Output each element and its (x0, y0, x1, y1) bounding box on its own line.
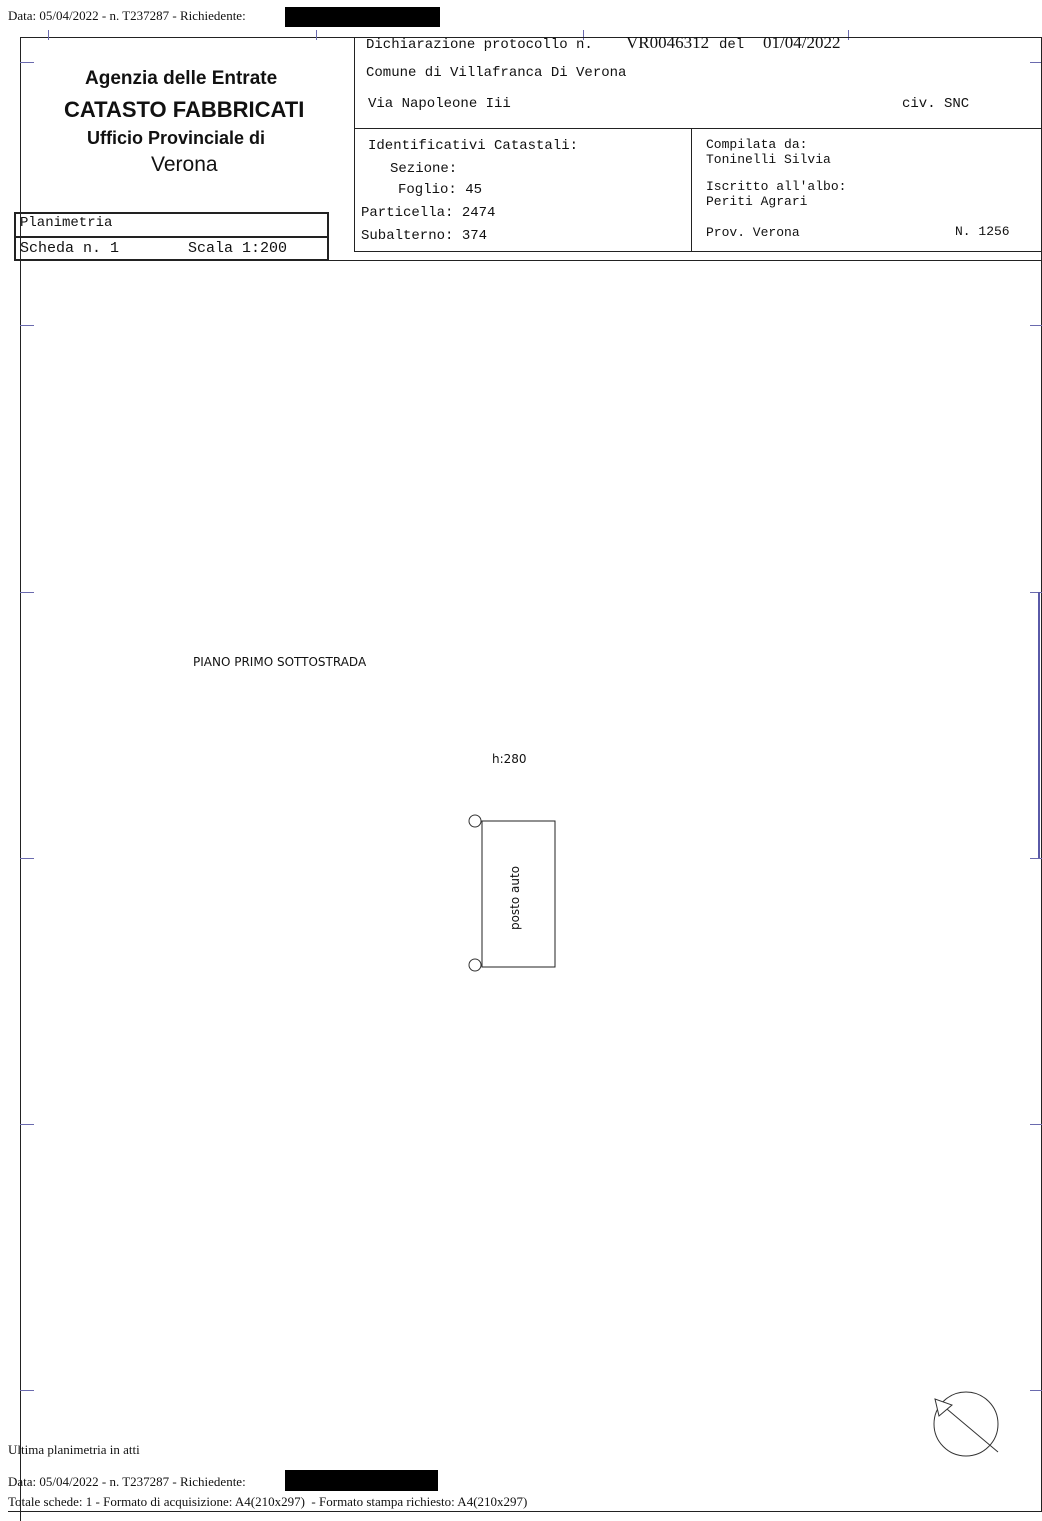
reg-tick-right-6 (1030, 1390, 1042, 1391)
top-data-line: Data: 05/04/2022 - n. T237287 - Richiede… (8, 8, 246, 24)
compiler-albo-label: Iscritto all'albo: (706, 179, 847, 194)
pillar-top-marker (468, 814, 482, 828)
agency-line-2: CATASTO FABBRICATI (64, 97, 305, 122)
reg-tick-left-4 (20, 858, 34, 859)
reg-tick-left-5 (20, 1124, 34, 1125)
declaration-civico: civ. SNC (902, 96, 970, 112)
declaration-comune: Comune di Villafranca Di Verona (366, 65, 627, 81)
height-label: h:280 (492, 752, 527, 766)
redacted-requester-top (285, 7, 440, 27)
reg-tick-top-2 (316, 30, 317, 40)
sheet-scala: Scala 1:200 (188, 240, 288, 257)
footer-ultima: Ultima planimetria in atti (8, 1442, 140, 1457)
declaration-number: VR0046312 (626, 33, 710, 52)
compiler-name: Toninelli Silvia (706, 152, 831, 167)
identifiers-sezione: Sezione: (390, 161, 458, 177)
top-data-text: Data: 05/04/2022 - n. T237287 - Richiede… (8, 8, 246, 23)
reg-tick-right-5 (1030, 1124, 1042, 1125)
right-margin-mark (1038, 592, 1040, 858)
compiler-number: N. 1256 (955, 224, 1010, 239)
agency-line-3: Ufficio Provinciale di (87, 128, 266, 148)
header-bottom-line (14, 260, 1042, 261)
compiler-albo: Periti Agrari (706, 194, 808, 209)
agency-line-4: Verona (151, 153, 218, 176)
identifiers-subalterno: Subalterno: 374 (361, 228, 488, 244)
identifiers-particella: Particella: 2474 (361, 205, 496, 221)
identifiers-foglio: Foglio: 45 (398, 182, 483, 198)
frame-bottom-line (8, 1511, 1042, 1512)
declaration-date: 01/04/2022 (763, 33, 841, 52)
compiler-prov: Prov. Verona (706, 225, 800, 240)
declaration-label: Dichiarazione protocollo n. (366, 37, 593, 53)
north-arrow-icon (933, 1391, 999, 1457)
reg-tick-left-2 (20, 325, 34, 326)
identifiers-title: Identificativi Catastali: (368, 138, 579, 154)
sheet-type: Planimetria (20, 215, 113, 231)
redacted-requester-bottom (285, 1470, 438, 1491)
reg-tick-left-6 (20, 1390, 34, 1391)
pillar-bottom-marker (468, 958, 482, 972)
declaration-del-label: del (719, 37, 745, 53)
compiler-label: Compilata da: (706, 137, 808, 152)
footer-totale: Totale schede: 1 - Formato di acquisizio… (8, 1494, 528, 1509)
floor-label: PIANO PRIMO SOTTOSTRADA (193, 655, 367, 669)
declaration-via: Via Napoleone Iii (368, 96, 511, 112)
reg-tick-right-3 (1030, 592, 1042, 593)
sheet-box-divider (14, 236, 329, 238)
reg-tick-left-3 (20, 592, 34, 593)
room-label: posto auto (508, 865, 522, 931)
reg-tick-right-2 (1030, 325, 1042, 326)
agency-line-1: Agenzia delle Entrate (85, 68, 278, 89)
sheet-scheda: Scheda n. 1 (20, 240, 120, 257)
reg-tick-top-1 (48, 30, 49, 40)
footer-data-line: Data: 05/04/2022 - n. T237287 - Richiede… (8, 1474, 246, 1489)
reg-tick-right-4 (1030, 858, 1042, 859)
reg-tick-left-1 (20, 62, 34, 63)
